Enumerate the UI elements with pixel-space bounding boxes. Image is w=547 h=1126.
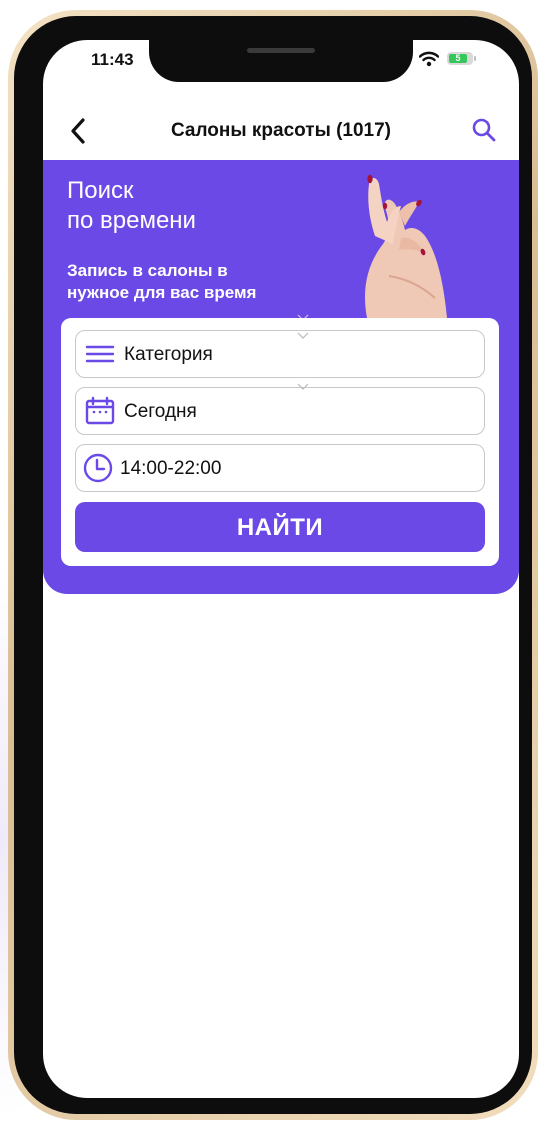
banner-subtitle: Запись в салоны в нужное для вас время [67,261,257,302]
banner-title: Поиск по времени [67,177,196,234]
menu-lines-icon [85,345,115,363]
battery-tip [474,56,476,61]
date-select[interactable]: Сегодня [75,387,485,435]
chevron-down-icon [297,332,309,339]
page-title: Салоны красоты (1017) [170,120,392,141]
phone-screen: 11:43 5 Салоны красоты (1017) Поиск по в… [43,40,519,1098]
navigation-bar: Салоны красоты (1017) [43,108,519,160]
category-value: Категория [124,344,213,365]
wifi-icon [419,51,439,67]
category-select[interactable]: Категория [75,330,485,378]
date-value: Сегодня [124,401,197,422]
speaker-grille [247,48,315,53]
battery-indicator: 5 [447,52,473,65]
search-form-card: Категория Сегодня 14:00-22:00 НАЙТИ [61,318,499,566]
time-range-select[interactable]: 14:00-22:00 [75,444,485,492]
hands-image [364,174,447,318]
status-time: 11:43 [91,50,134,69]
find-button[interactable]: НАЙТИ [75,502,485,552]
time-range-value: 14:00-22:00 [120,458,222,479]
search-icon[interactable] [471,117,497,143]
clock-icon [83,453,113,483]
chevron-down-icon [297,383,309,390]
notch [149,40,413,82]
search-by-time-banner: Поиск по времени Запись в салоны в нужно… [43,160,519,594]
chevron-left-icon[interactable] [67,114,89,148]
calendar-icon [85,396,115,425]
battery-level: 5 [449,54,467,63]
